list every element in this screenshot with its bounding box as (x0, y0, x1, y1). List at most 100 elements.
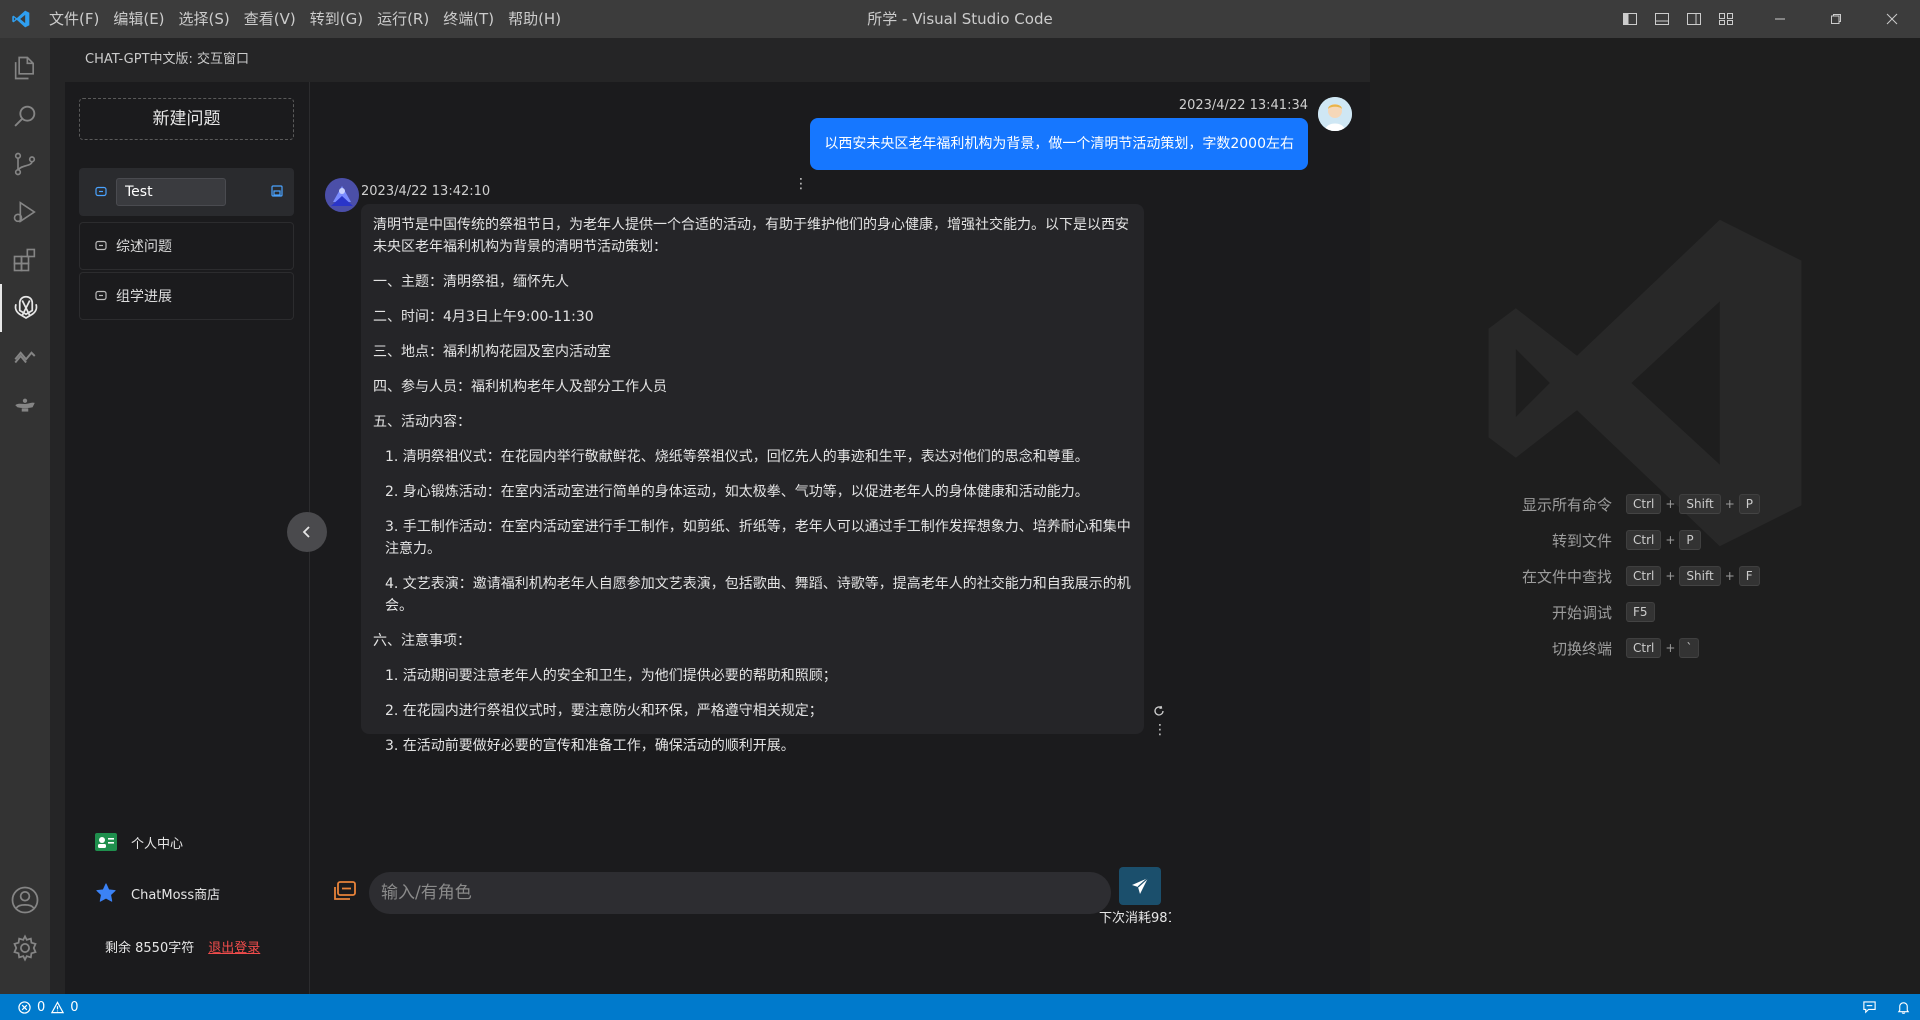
keycap: Shift (1679, 494, 1721, 514)
shortcut-label: 切换终端 (1551, 639, 1612, 658)
status-bar: 0 0 (0, 994, 1920, 1020)
keycap: Ctrl (1626, 638, 1662, 658)
problems-indicator[interactable]: 0 0 (0, 1000, 79, 1015)
menu-help[interactable]: 帮助(H) (501, 0, 568, 38)
send-icon (1132, 877, 1149, 894)
shortcut-label: 开始调试 (1551, 603, 1612, 622)
account-icon[interactable] (0, 876, 50, 924)
role-select-icon[interactable] (331, 877, 359, 905)
store-label: ChatMoss商店 (131, 887, 221, 903)
shortcut-label: 显示所有命令 (1521, 495, 1612, 514)
run-debug-icon[interactable] (0, 188, 50, 236)
user-avatar (1318, 97, 1352, 131)
keycap: Ctrl (1626, 494, 1662, 514)
extensions-icon[interactable] (0, 236, 50, 284)
store-link[interactable]: ChatMoss商店 (93, 882, 220, 904)
lamp-extension-icon[interactable] (0, 380, 50, 428)
feedback-icon[interactable] (1852, 994, 1886, 1020)
bot-list-item: 1. 清明祭祖仪式：在花园内举行敬献鲜花、烧纸等祭祖仪式，回忆先人的事迹和生平，… (385, 449, 1089, 465)
explorer-icon[interactable] (0, 44, 50, 92)
bot-paragraph: 三、地点：福利机构花园及室内活动室 (373, 344, 611, 360)
toggle-panel-icon[interactable] (1646, 0, 1678, 38)
bot-paragraph: 清明节是中国传统的祭祖节日，为老年人提供一个合适的活动，有助于维护他们的身心健康… (373, 217, 1129, 255)
bot-message-bubble: 清明节是中国传统的祭祖节日，为老年人提供一个合适的活动，有助于维护他们的身心健康… (361, 204, 1144, 754)
shortcut-row: 开始调试 F5 (1370, 594, 1920, 630)
title-actions (1614, 0, 1920, 38)
shortcut-label: 转到文件 (1551, 531, 1612, 550)
bot-paragraph: 五、活动内容： (373, 414, 471, 430)
bot-list-item: 2. 在花园内进行祭祖仪式时，要注意防火和环保，严格遵守相关规定； (385, 703, 823, 719)
keycap: ` (1679, 638, 1700, 658)
warning-icon (51, 1000, 65, 1013)
send-button[interactable] (1119, 867, 1161, 905)
shortcut-row: 切换终端 Ctrl + ` (1370, 630, 1920, 666)
menu-go[interactable]: 转到(G) (303, 0, 370, 38)
toggle-secondary-sidebar-icon[interactable] (1678, 0, 1710, 38)
user-message-time: 2023/4/22 13:41:34 (1178, 98, 1308, 113)
close-icon[interactable] (1864, 0, 1920, 38)
shortcut-row: 在文件中查找 Ctrl + Shift + F (1370, 558, 1920, 594)
user-message-bubble: 以西安未央区老年福利机构为背景，做一个清明节活动策划，字数2000左右 (810, 118, 1308, 170)
menu-terminal[interactable]: 终端(T) (436, 0, 501, 38)
menu-file[interactable]: 文件(F) (42, 0, 106, 38)
shortcut-row: 显示所有命令 Ctrl + Shift + P (1370, 486, 1920, 522)
warning-count: 0 (70, 999, 79, 1015)
customize-layout-icon[interactable] (1710, 0, 1742, 38)
bot-list-item: 1. 活动期间要注意老年人的安全和卫生，为他们提供必要的帮助和照顾； (385, 668, 837, 684)
conversation-item[interactable]: 组学进展 (79, 272, 294, 320)
conversation-title: 综述问题 (116, 239, 172, 255)
user-message-more-icon[interactable]: ⋮ (794, 176, 808, 192)
chat-input[interactable] (369, 872, 1111, 914)
chatgpt-icon[interactable] (0, 284, 50, 332)
bot-list-item: 2. 身心锻炼活动：在室内活动室进行简单的身体运动，如太极拳、气功等，以促进老年… (385, 484, 1089, 500)
bot-message-more-icon[interactable]: ⋮ (1153, 722, 1167, 738)
bot-list-item: 4. 文艺表演：邀请福利机构老年人自愿参加文艺表演，包括歌曲、舞蹈、诗歌等，提高… (385, 576, 1131, 614)
logout-link[interactable]: 退出登录 (208, 937, 260, 956)
regenerate-icon[interactable] (1153, 702, 1165, 721)
bot-paragraph: 一、主题：清明祭祖，缅怀先人 (373, 274, 569, 290)
personal-center-link[interactable]: 个人中心 (93, 831, 183, 853)
title-bar: 文件(F) 编辑(E) 选择(S) 查看(V) 转到(G) 运行(R) 终端(T… (0, 0, 1920, 38)
bot-paragraph: 四、参与人员：福利机构老年人及部分工作人员 (373, 379, 667, 395)
menu-bar: 文件(F) 编辑(E) 选择(S) 查看(V) 转到(G) 运行(R) 终端(T… (42, 0, 568, 38)
minimize-icon[interactable] (1752, 0, 1808, 38)
menu-edit[interactable]: 编辑(E) (106, 0, 171, 38)
star-icon (93, 882, 119, 904)
keycap: F (1738, 566, 1760, 586)
new-question-button[interactable]: 新建问题 (79, 98, 294, 140)
next-cost-label: 下次消耗981字 (1099, 911, 1171, 926)
panel-header: CHAT-GPT中文版: 交互窗口 (85, 52, 250, 67)
conversation-item[interactable]: 综述问题 (79, 222, 294, 270)
menu-selection[interactable]: 选择(S) (172, 0, 237, 38)
manage-gear-icon[interactable] (0, 924, 50, 972)
keycap: P (1679, 530, 1701, 550)
notifications-bell-icon[interactable] (1886, 994, 1920, 1020)
bot-list-item: 3. 在活动前要做好必要的宣传和准备工作，确保活动的顺利开展。 (385, 738, 795, 754)
personal-center-label: 个人中心 (131, 836, 184, 852)
menu-run[interactable]: 运行(R) (370, 0, 436, 38)
chat-bubble-icon (94, 239, 108, 253)
source-control-icon[interactable] (0, 140, 50, 188)
menu-view[interactable]: 查看(V) (237, 0, 303, 38)
toggle-primary-sidebar-icon[interactable] (1614, 0, 1646, 38)
id-card-icon (93, 831, 119, 853)
search-icon[interactable] (0, 92, 50, 140)
error-icon (18, 1000, 31, 1014)
conversation-item-active[interactable] (79, 168, 294, 216)
conversation-title-input[interactable] (116, 178, 226, 206)
chat-webview: 新建问题 综述问题 组学进展 (65, 82, 1370, 994)
save-icon[interactable] (271, 185, 283, 201)
welcome-shortcuts: 显示所有命令 Ctrl + Shift + P 转到文件 Ctrl + P 在文件中查… (1370, 486, 1920, 666)
conversation-title: 组学进展 (116, 289, 172, 305)
chat-bubble-icon (94, 185, 108, 199)
bot-list-item: 3. 手工制作活动：在室内活动室进行手工制作，如剪纸、折纸等，老年人可以通过手工… (385, 519, 1131, 557)
quota-row: 剩余 8550字符 退出登录 (105, 937, 260, 956)
chat-bubble-icon (94, 289, 108, 303)
remaining-characters: 剩余 8550字符 (105, 941, 195, 956)
chat-area: 2023/4/22 13:41:34 以西安未央区老年福利机构为背景，做一个清明… (311, 82, 1370, 994)
restore-icon[interactable] (1808, 0, 1864, 38)
wave-extension-icon[interactable] (0, 332, 50, 380)
error-count: 0 (37, 999, 46, 1015)
keycap: Shift (1679, 566, 1721, 586)
bot-paragraph: 二、时间：4月3日上午9:00-11:30 (373, 309, 594, 325)
